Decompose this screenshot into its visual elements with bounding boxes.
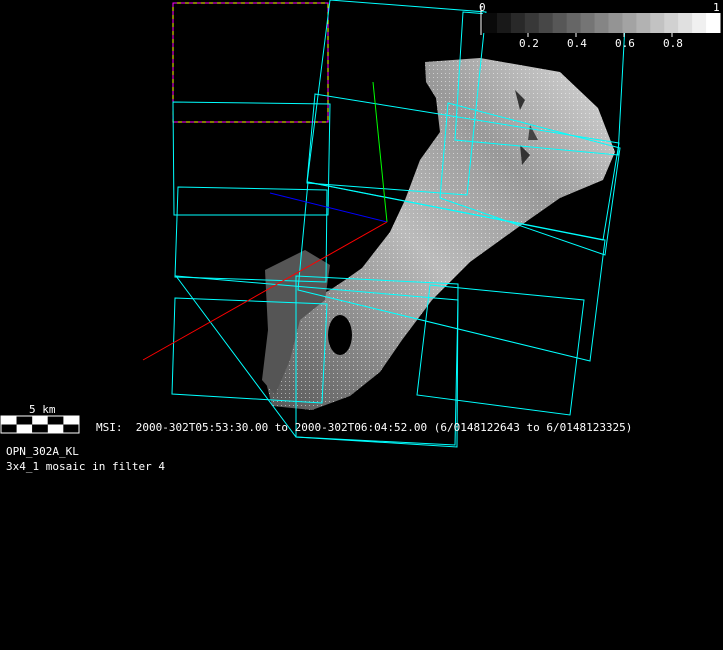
colorbar-tick-0.2: 0.2 (519, 37, 539, 50)
colorbar-step (594, 13, 609, 33)
scale-bar-cell (32, 416, 48, 425)
footprint-9 (416, 284, 585, 416)
colorbar-step (566, 13, 582, 33)
scale-bar-cell (32, 424, 48, 433)
colorbar-step (692, 13, 707, 33)
colorbar-tick-0.6: 0.6 (615, 37, 635, 50)
colorbar-tick-0.8: 0.8 (663, 37, 683, 50)
scale-bar-cell (47, 424, 64, 433)
colorbar-step (496, 13, 512, 33)
colorbar-step (580, 13, 596, 33)
colorbar-step (664, 13, 679, 33)
colorbar-step (538, 13, 554, 33)
colorbar-step (622, 13, 637, 33)
colorbar-step (483, 13, 498, 33)
colorbar-step (650, 13, 665, 33)
axis-y-line (372, 81, 388, 223)
view-canvas[interactable] (0, 0, 723, 650)
colorbar-tick-0.4: 0.4 (567, 37, 587, 50)
observation-id: OPN_302A_KL (6, 445, 79, 458)
colorbar-step (510, 13, 526, 33)
colorbar-step (636, 13, 651, 33)
colorbar-max-label: 1 (713, 1, 720, 14)
scale-bar-cell (16, 424, 33, 433)
msi-time-range: MSI: 2000-302T05:53:30.00 to 2000-302T06… (96, 421, 633, 434)
scale-bar-cell (1, 424, 17, 433)
asteroid-shape (262, 58, 615, 410)
scale-bar-cell (16, 416, 33, 425)
mosaic-description: 3x4_1 mosaic in filter 4 (6, 460, 165, 473)
colorbar-step (678, 13, 693, 33)
scale-bar (0, 415, 80, 434)
colorbar-min-label: 0 (479, 1, 486, 14)
colorbar-step (524, 13, 540, 33)
colorbar-step (706, 13, 721, 33)
scale-bar-cell (63, 424, 79, 433)
scale-bar-cell (63, 416, 79, 425)
colorbar-step (552, 13, 568, 33)
scale-bar-cell (1, 416, 17, 425)
scale-bar-label: 5 km (29, 403, 56, 416)
colorbar-step (608, 13, 623, 33)
colorbar (480, 6, 721, 37)
scale-bar-cell (47, 416, 64, 425)
